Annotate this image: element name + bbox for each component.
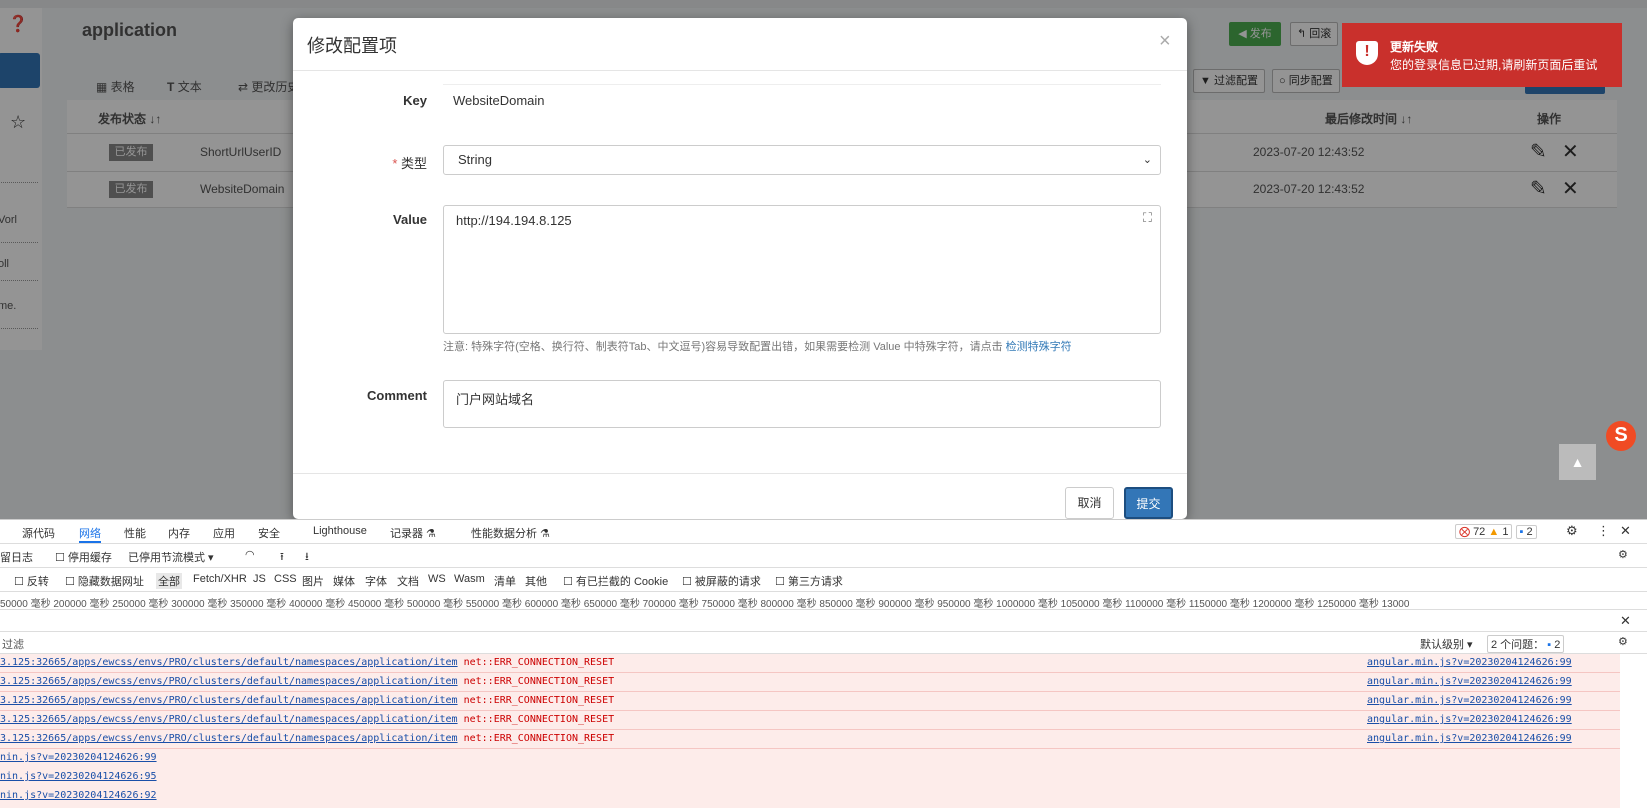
- invert-checkbox[interactable]: ☐ 反转: [14, 573, 49, 589]
- key-value: WebsiteDomain: [453, 93, 545, 108]
- third-party-checkbox[interactable]: ☐ 第三方请求: [775, 573, 843, 589]
- filter-font[interactable]: 字体: [365, 573, 387, 589]
- filter-css[interactable]: CSS: [274, 573, 297, 585]
- special-char-note: 注意: 特殊字符(空格、换行符、制表符Tab、中文逗号)容易导致配置出错，如果需…: [443, 341, 1072, 353]
- filter-ws[interactable]: WS: [428, 573, 446, 585]
- close-drawer-icon[interactable]: ✕: [1620, 613, 1631, 629]
- edit-config-modal: 修改配置项 × Key WebsiteDomain * 类型 String ⌄ …: [293, 18, 1187, 519]
- wifi-icon[interactable]: ◠: [245, 548, 255, 561]
- toast-title: 更新失败: [1390, 40, 1439, 54]
- scroll-top-button[interactable]: ▲: [1559, 444, 1596, 480]
- stack-line[interactable]: nin.js?v=20230204124626:95: [0, 768, 1620, 787]
- devtools-panel: 源代码 网络 性能 内存 应用 安全 Lighthouse 记录器 ⚗ 性能数据…: [0, 519, 1647, 808]
- close-icon[interactable]: ×: [1159, 30, 1171, 53]
- stack-line[interactable]: nin.js?v=20230204124626:92: [0, 787, 1620, 806]
- network-settings-icon[interactable]: ⚙: [1618, 548, 1628, 561]
- filter-media[interactable]: 媒体: [333, 573, 355, 589]
- upload-icon[interactable]: ⭱: [280, 548, 284, 567]
- filter-other[interactable]: 其他: [525, 573, 547, 589]
- stack-line[interactable]: nin.js?v=20230204124626:99: [0, 749, 1620, 768]
- sogou-ime-icon[interactable]: S: [1606, 421, 1636, 451]
- modal-title: 修改配置项: [307, 36, 397, 56]
- fullscreen-icon[interactable]: ⛶: [1143, 210, 1152, 226]
- settings-icon[interactable]: ⚙: [1566, 523, 1578, 539]
- type-label: * 类型: [392, 156, 427, 171]
- tab-perf-insights[interactable]: 性能数据分析 ⚗: [471, 525, 550, 541]
- toast-message: 您的登录信息已过期,请刷新页面后重试: [1390, 58, 1598, 72]
- issues-button[interactable]: 2 个问题： ▪ 2: [1487, 635, 1565, 653]
- console-log-line: 3.125:32665/apps/ewcss/envs/PRO/clusters…: [0, 711, 1620, 730]
- filter-js[interactable]: JS: [253, 573, 266, 585]
- type-select[interactable]: String ⌄: [443, 145, 1161, 175]
- filter-doc[interactable]: 文档: [397, 573, 419, 589]
- drawer-bar: ✕: [0, 610, 1647, 632]
- tab-sources[interactable]: 源代码: [22, 525, 55, 541]
- log-level-select[interactable]: 默认级别 ▾: [1420, 636, 1473, 652]
- tab-lighthouse[interactable]: Lighthouse: [313, 525, 367, 537]
- issue-counters[interactable]: ⨂ 72 ▲ 1 ▪ 2: [1455, 524, 1537, 539]
- console-log-line: 3.125:32665/apps/ewcss/envs/PRO/clusters…: [0, 692, 1620, 711]
- console-log-line: 3.125:32665/apps/ewcss/envs/PRO/clusters…: [0, 654, 1620, 673]
- error-toast: ! 更新失败 您的登录信息已过期,请刷新页面后重试: [1342, 23, 1622, 87]
- source-link[interactable]: angular.min.js?v=20230204124626:99: [1367, 673, 1572, 691]
- submit-button[interactable]: 提交: [1124, 487, 1173, 519]
- shield-alert-icon: !: [1356, 41, 1378, 65]
- hide-data-urls-checkbox[interactable]: ☐ 隐藏数据网址: [65, 573, 144, 589]
- source-link[interactable]: angular.min.js?v=20230204124626:99: [1367, 654, 1572, 672]
- network-timeline: 50000 毫秒 200000 毫秒 250000 毫秒 300000 毫秒 3…: [0, 592, 1647, 610]
- blocked-cookies-checkbox[interactable]: ☐ 有已拦截的 Cookie: [563, 573, 668, 589]
- cancel-button[interactable]: 取消: [1065, 487, 1114, 519]
- filter-img[interactable]: 图片: [302, 573, 324, 589]
- download-icon[interactable]: ⭳: [305, 548, 309, 567]
- console-log-line: 3.125:32665/apps/ewcss/envs/PRO/clusters…: [0, 673, 1620, 692]
- tab-application[interactable]: 应用: [213, 525, 235, 541]
- comment-textarea[interactable]: 门户网站域名: [443, 380, 1161, 428]
- more-icon[interactable]: ⋮: [1597, 523, 1610, 539]
- tab-recorder[interactable]: 记录器 ⚗: [390, 525, 436, 541]
- timeline-ticks: 50000 毫秒 200000 毫秒 250000 毫秒 300000 毫秒 3…: [0, 599, 1410, 610]
- network-toolbar: 留日志 ☐ 停用缓存 已停用节流模式 ▾ ◠ ⭱ ⭳ ⚙: [0, 544, 1647, 568]
- filter-manifest[interactable]: 清单: [494, 573, 516, 589]
- detect-special-chars-link[interactable]: 检测特殊字符: [1006, 341, 1072, 353]
- tab-memory[interactable]: 内存: [168, 525, 190, 541]
- console-messages: 3.125:32665/apps/ewcss/envs/PRO/clusters…: [0, 654, 1620, 808]
- throttling-select[interactable]: 已停用节流模式 ▾: [128, 549, 214, 565]
- preserve-log-checkbox[interactable]: 留日志: [0, 549, 33, 565]
- filter-wasm[interactable]: Wasm: [454, 573, 485, 585]
- key-label: Key: [403, 93, 427, 108]
- source-link[interactable]: angular.min.js?v=20230204124626:99: [1367, 730, 1572, 748]
- filter-xhr[interactable]: Fetch/XHR: [193, 573, 247, 585]
- console-log-line: 3.125:32665/apps/ewcss/envs/PRO/clusters…: [0, 730, 1620, 749]
- console-filter-input[interactable]: 过滤: [2, 636, 1402, 652]
- value-textarea[interactable]: http://194.194.8.125 ⛶: [443, 205, 1161, 334]
- devtools-tabbar: 源代码 网络 性能 内存 应用 安全 Lighthouse 记录器 ⚗ 性能数据…: [0, 520, 1647, 544]
- comment-label: Comment: [367, 388, 427, 403]
- source-link[interactable]: angular.min.js?v=20230204124626:99: [1367, 711, 1572, 729]
- console-settings-icon[interactable]: ⚙: [1618, 635, 1628, 648]
- filter-all[interactable]: 全部: [156, 573, 182, 589]
- blocked-requests-checkbox[interactable]: ☐ 被屏蔽的请求: [682, 573, 761, 589]
- network-filters: ☐ 反转 ☐ 隐藏数据网址 全部 Fetch/XHR JS CSS 图片 媒体 …: [0, 568, 1647, 592]
- disable-cache-checkbox[interactable]: ☐ 停用缓存: [55, 549, 112, 565]
- chevron-down-icon: ⌄: [1142, 154, 1152, 166]
- close-icon[interactable]: ✕: [1620, 523, 1631, 539]
- tab-network[interactable]: 网络: [79, 525, 101, 543]
- console-toolbar: 过滤 默认级别 ▾ 2 个问题： ▪ 2 ⚙: [0, 632, 1647, 654]
- source-link[interactable]: angular.min.js?v=20230204124626:99: [1367, 692, 1572, 710]
- tab-performance[interactable]: 性能: [124, 525, 146, 541]
- value-label: Value: [393, 212, 427, 227]
- tab-security[interactable]: 安全: [258, 525, 280, 541]
